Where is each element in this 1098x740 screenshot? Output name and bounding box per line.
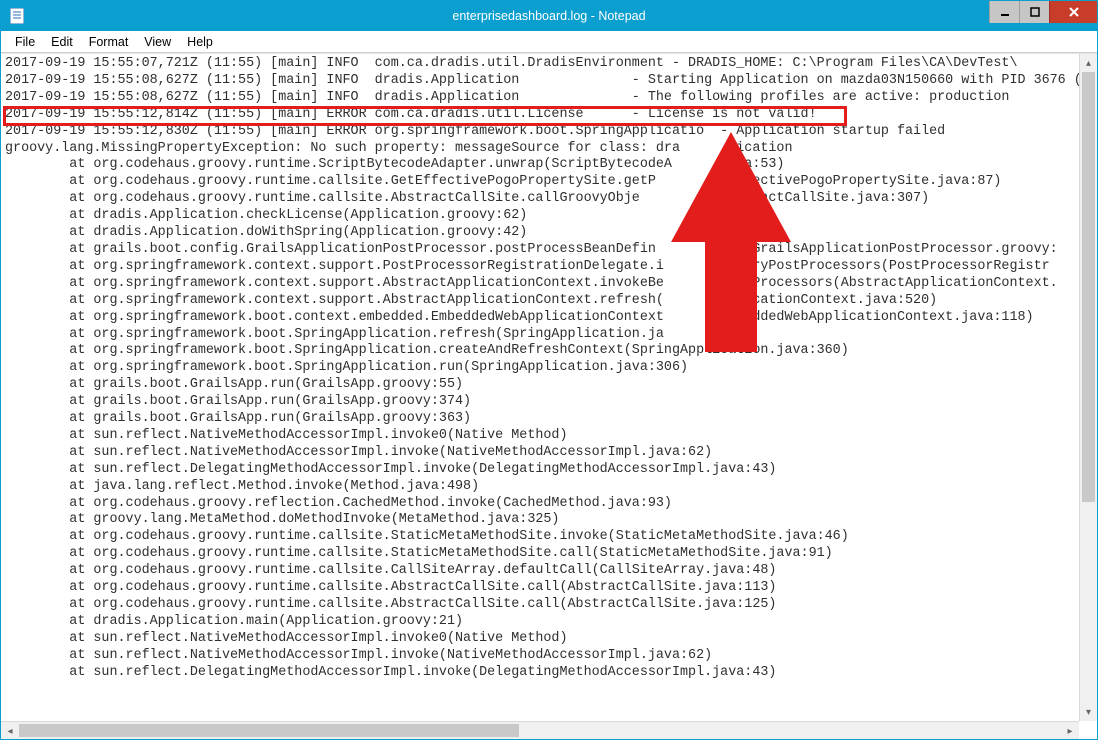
log-line: at org.codehaus.groovy.runtime.callsite.… [5, 597, 776, 612]
maximize-button[interactable] [1019, 1, 1049, 23]
log-line: at sun.reflect.NativeMethodAccessorImpl.… [5, 631, 568, 646]
log-line: at org.codehaus.groovy.runtime.callsite.… [5, 546, 833, 561]
log-line: at grails.boot.GrailsApp.run(GrailsApp.g… [5, 377, 463, 392]
log-line: at org.codehaus.groovy.reflection.Cached… [5, 496, 672, 511]
log-line: at dradis.Application.doWithSpring(Appli… [5, 225, 527, 240]
log-line: at sun.reflect.DelegatingMethodAccessorI… [5, 462, 776, 477]
log-line: at org.springframework.context.support.A… [5, 276, 1058, 291]
log-line: at org.springframework.boot.context.embe… [5, 310, 1034, 325]
menu-help[interactable]: Help [179, 33, 221, 51]
window-controls [989, 1, 1097, 23]
log-line: at sun.reflect.NativeMethodAccessorImpl.… [5, 428, 568, 443]
scroll-down-button[interactable]: ▾ [1080, 703, 1097, 721]
log-line: at org.codehaus.groovy.runtime.callsite.… [5, 563, 776, 578]
log-line: 2017-09-19 15:55:08,627Z (11:55) [main] … [5, 73, 1079, 88]
scroll-right-button[interactable]: ▸ [1061, 722, 1079, 739]
log-line: at org.codehaus.groovy.runtime.callsite.… [5, 174, 1001, 189]
log-line: at dradis.Application.checkLicense(Appli… [5, 208, 527, 223]
log-line: at grails.boot.GrailsApp.run(GrailsApp.g… [5, 394, 471, 409]
log-line: groovy.lang.MissingPropertyException: No… [5, 141, 793, 156]
vertical-scroll-thumb[interactable] [1082, 72, 1095, 502]
log-line: 2017-09-19 15:55:08,627Z (11:55) [main] … [5, 90, 1009, 105]
log-line: at sun.reflect.DelegatingMethodAccessorI… [5, 665, 776, 680]
log-line: at org.springframework.boot.SpringApplic… [5, 343, 849, 358]
log-line: 2017-09-19 15:55:07,721Z (11:55) [main] … [5, 56, 1018, 71]
log-line: at org.codehaus.groovy.runtime.callsite.… [5, 580, 776, 595]
horizontal-scroll-thumb[interactable] [19, 724, 519, 737]
log-line: 2017-09-19 15:55:12,830Z (11:55) [main] … [5, 124, 945, 139]
log-line: at org.springframework.context.support.P… [5, 259, 1050, 274]
log-line: at groovy.lang.MetaMethod.doMethodInvoke… [5, 512, 559, 527]
log-line: at org.codehaus.groovy.runtime.callsite.… [5, 529, 849, 544]
log-line: at java.lang.reflect.Method.invoke(Metho… [5, 479, 479, 494]
log-line: at sun.reflect.NativeMethodAccessorImpl.… [5, 445, 712, 460]
log-line: at grails.boot.GrailsApp.run(GrailsApp.g… [5, 411, 471, 426]
minimize-button[interactable] [989, 1, 1019, 23]
editor-area: 2017-09-19 15:55:07,721Z (11:55) [main] … [1, 53, 1097, 739]
menu-edit[interactable]: Edit [43, 33, 81, 51]
notepad-app-icon [7, 1, 27, 31]
notepad-window: enterprisedashboard.log - Notepad File E… [0, 0, 1098, 740]
close-button[interactable] [1049, 1, 1097, 23]
log-line: at org.codehaus.groovy.runtime.callsite.… [5, 191, 929, 206]
log-line: at sun.reflect.NativeMethodAccessorImpl.… [5, 648, 712, 663]
maximize-icon [1030, 7, 1040, 17]
menu-view[interactable]: View [136, 33, 179, 51]
log-line: 2017-09-19 15:55:12,814Z (11:55) [main] … [5, 107, 817, 122]
titlebar[interactable]: enterprisedashboard.log - Notepad [1, 1, 1097, 31]
log-line: at grails.boot.config.GrailsApplicationP… [5, 242, 1058, 257]
log-line: at org.codehaus.groovy.runtime.ScriptByt… [5, 157, 784, 172]
minimize-icon [1000, 7, 1010, 17]
log-line: at org.springframework.boot.SpringApplic… [5, 360, 688, 375]
window-title: enterprisedashboard.log - Notepad [452, 9, 645, 23]
log-line: at dradis.Application.main(Application.g… [5, 614, 463, 629]
scroll-up-button[interactable]: ▴ [1080, 54, 1097, 72]
scroll-left-button[interactable]: ◂ [1, 722, 19, 739]
horizontal-scrollbar[interactable]: ◂ ▸ [1, 721, 1079, 739]
log-text[interactable]: 2017-09-19 15:55:07,721Z (11:55) [main] … [5, 56, 1075, 682]
menu-file[interactable]: File [7, 33, 43, 51]
text-content[interactable]: 2017-09-19 15:55:07,721Z (11:55) [main] … [1, 54, 1079, 721]
log-line: at org.springframework.boot.SpringApplic… [5, 327, 664, 342]
log-line: at org.springframework.context.support.A… [5, 293, 937, 308]
menu-format[interactable]: Format [81, 33, 137, 51]
vertical-scrollbar[interactable]: ▴ ▾ [1079, 54, 1097, 721]
menubar: File Edit Format View Help [1, 31, 1097, 53]
close-icon [1068, 6, 1080, 18]
